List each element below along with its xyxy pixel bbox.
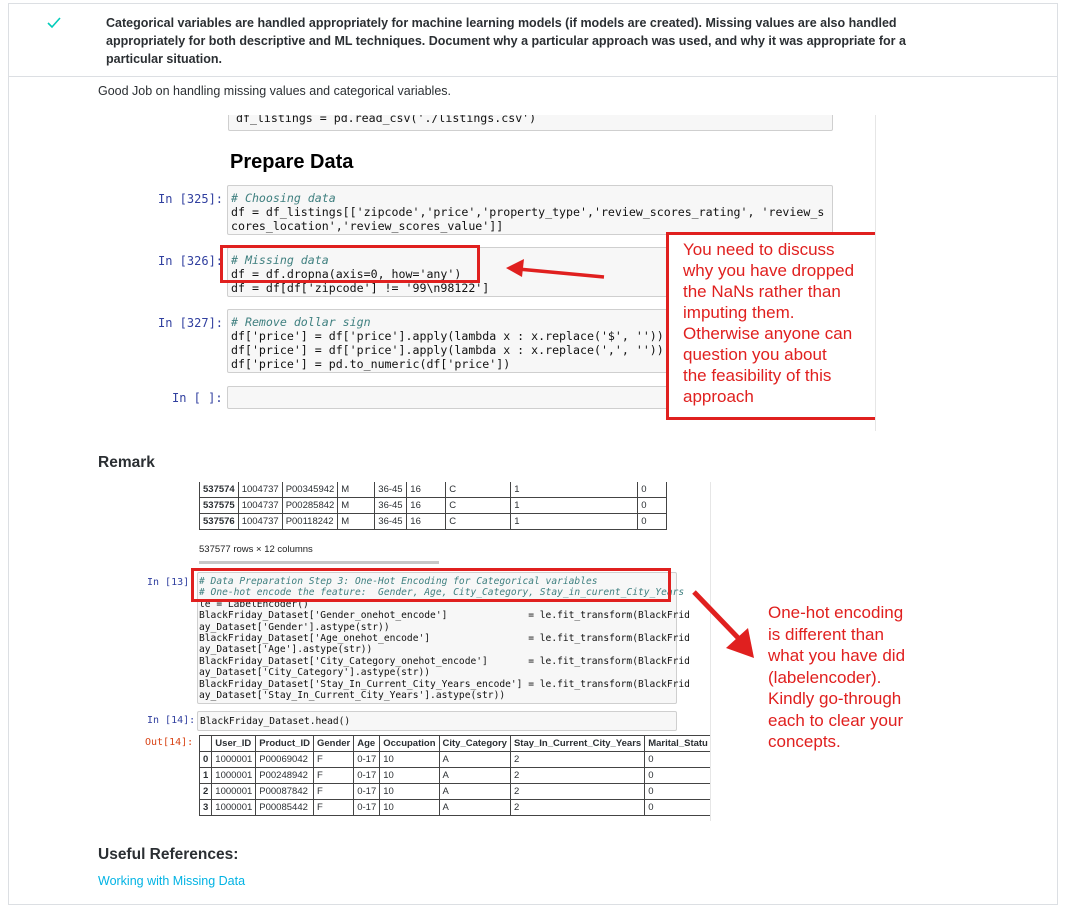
annotation-text: You need to discuss why you have dropped… [683, 240, 855, 406]
annotation-text-2: One-hot encoding is different than what … [768, 603, 906, 751]
table-row: 537575 1004737 P00285842 M 36-45 16 C 1 0 [199, 497, 668, 514]
cell-prompt: In [14]: [147, 715, 196, 726]
dataframe-tail: 537574 1004737 P00345942 M 36-45 16 C 1 0 537575… [199, 482, 668, 530]
dataframe-head: User_ID Product_ID Gender Age Occupation City… [198, 735, 710, 816]
criterion-text: Categorical variables are handled approp… [106, 16, 906, 66]
horizontal-scrollbar[interactable] [199, 561, 439, 564]
cell-prompt: In [326]: [158, 254, 224, 268]
table-row: 0 1000001 P00069042 F 0-17 10 A 2 0 [198, 751, 710, 768]
table-row: 1 1000001 P00248942 F 0-17 10 A 2 0 [198, 767, 710, 784]
table-row: 3 1000001 P00085442 F 0-17 10 A 2 0 [198, 799, 710, 816]
notebook-heading: Prepare Data [230, 151, 354, 173]
criterion-row: Categorical variables are handled approp… [9, 4, 1057, 77]
reference-link[interactable]: Working with Missing Data [98, 874, 245, 888]
arrow-down-right-icon [692, 590, 754, 658]
dataframe-shape: 537577 rows × 12 columns [199, 544, 313, 555]
references-heading: Useful References: [98, 846, 239, 863]
out-prompt: Out[14]: [145, 737, 194, 748]
remark-heading: Remark [98, 454, 155, 471]
cell-prompt: In [327]: [158, 316, 224, 330]
review-comment: Good Job on handling missing values and … [98, 84, 451, 98]
notebook-screenshot-2: 537574 1004737 P00345942 M 36-45 16 C 1 0 537575… [127, 482, 711, 821]
highlight-box [220, 245, 480, 283]
table-row: 2 1000001 P00087842 F 0-17 10 A 2 0 [198, 783, 710, 800]
table-header-row: User_ID Product_ID Gender Age Occupation City… [198, 735, 710, 752]
check-icon [47, 17, 61, 29]
cell-prompt: In [13]: [147, 577, 196, 588]
table-row: 537576 1004737 P00118242 M 36-45 16 C 1 0 [199, 513, 668, 530]
cell-prompt: In [325]: [158, 192, 224, 206]
top-code: df_listings = pd.read_csv('./listings.cs… [236, 115, 537, 125]
cell-prompt: In [ ]: [172, 391, 223, 405]
notebook-screenshot-1: df_listings = pd.read_csv('./listings.cs… [140, 115, 876, 431]
table-row: 537574 1004737 P00345942 M 36-45 16 C 1 0 [199, 482, 668, 498]
arrow-left-icon [506, 259, 605, 279]
highlight-box [191, 568, 671, 602]
